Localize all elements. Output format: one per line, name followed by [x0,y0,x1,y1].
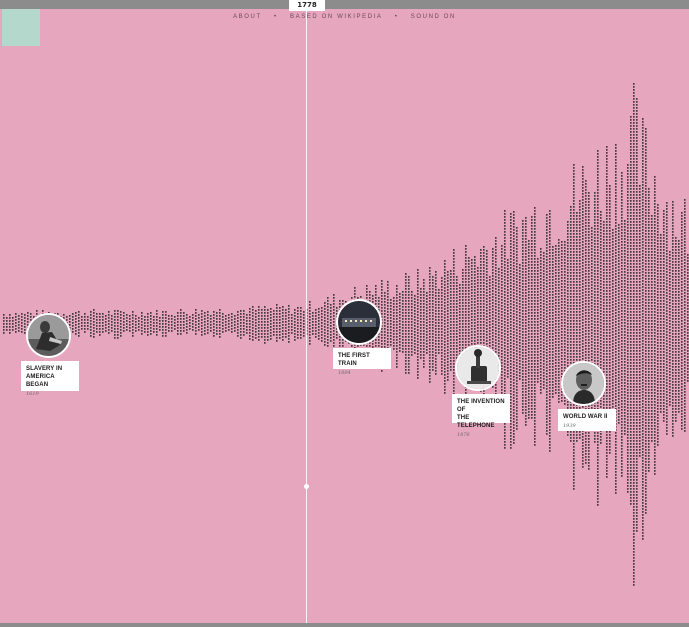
event-card-telephone[interactable]: THE INVENTION OF THE TELEPHONE 1876 [452,394,510,438]
top-frame-bar [0,0,689,9]
nav-source-link[interactable]: BASED ON WIKIPEDIA [290,14,382,20]
event-title: THE INVENTION OF THE TELEPHONE [457,399,505,429]
nav-about-link[interactable]: ABOUT [233,14,262,20]
sound-toggle[interactable]: SOUND ON [411,14,456,20]
event-year: 1804 [338,370,351,376]
timeline-cursor-handle[interactable] [304,484,309,489]
event-title: THE FIRST TRAIN [338,353,370,367]
timeline-stage[interactable]: 1778 ABOUT • BASED ON WIKIPEDIA • SOUND … [0,0,689,627]
shackled-person-photo-icon[interactable] [26,313,71,358]
event-card-slavery[interactable]: SLAVERY IN AMERICA BEGAN 1619 [21,361,79,397]
event-title: WORLD WAR II [563,414,608,420]
current-year-badge: 1778 [289,0,325,11]
event-year: 1876 [457,432,470,438]
portrait-photo-icon[interactable] [561,361,606,406]
nav-separator: • [394,14,399,20]
timeline-cursor-line[interactable] [306,9,307,623]
top-navigation: ABOUT • BASED ON WIKIPEDIA • SOUND ON [0,14,689,26]
nav-separator: • [274,14,278,20]
event-year: 1619 [26,391,39,397]
bottom-frame-bar [0,623,689,627]
event-year: 1939 [563,423,576,429]
telephone-photo-icon[interactable] [455,345,501,391]
train-photo-icon[interactable] [336,299,382,345]
event-card-first-train[interactable]: THE FIRST TRAIN 1804 [333,348,391,376]
event-card-world-war-ii[interactable]: WORLD WAR II 1939 [558,409,616,431]
event-title: SLAVERY IN AMERICA BEGAN [26,366,63,388]
